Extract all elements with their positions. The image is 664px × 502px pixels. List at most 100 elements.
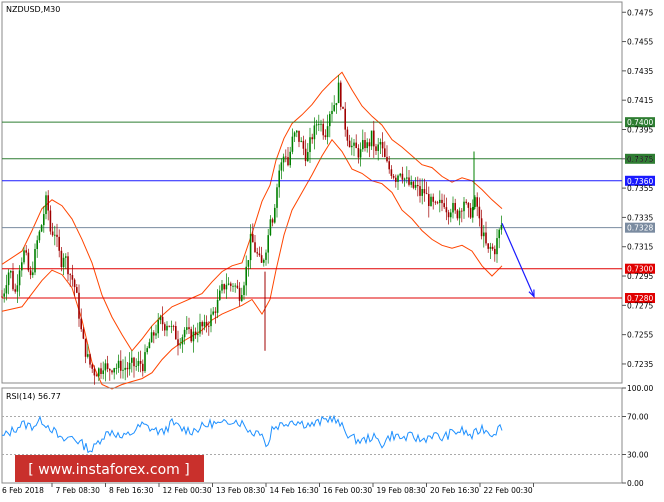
price-tick-label: 0.7335 xyxy=(627,213,653,222)
candle-body xyxy=(23,250,25,263)
candle-body xyxy=(406,177,408,179)
candle-body xyxy=(172,325,175,327)
candle-body xyxy=(40,225,43,232)
time-tick-label: 19 Feb 08:30 xyxy=(377,486,426,495)
candle-body xyxy=(344,108,346,130)
candle-body xyxy=(357,148,360,158)
candle-body xyxy=(73,279,76,288)
candle-body xyxy=(267,235,269,253)
candle-body xyxy=(439,199,441,203)
price-tick-label: 0.7475 xyxy=(627,8,653,17)
candle-body xyxy=(243,285,245,296)
candle-body xyxy=(276,187,278,208)
candle-body xyxy=(153,332,155,336)
price-tick-label: 0.7295 xyxy=(627,272,653,281)
candle-body xyxy=(434,201,437,203)
candle-body xyxy=(113,368,115,373)
candle-body xyxy=(423,189,426,194)
candle-body xyxy=(265,252,267,260)
candle-body xyxy=(199,322,201,334)
candle-body xyxy=(278,170,280,188)
chart-window: 0.7400 0.7375 0.7360 0.7328 0.7300 0.7280 0.7… xyxy=(0,0,664,498)
price-tick-label: 0.7275 xyxy=(627,301,653,310)
candle-body xyxy=(313,125,316,140)
price-tick-label: 0.7355 xyxy=(627,184,653,193)
candle-body xyxy=(120,360,122,371)
candle-body xyxy=(335,103,338,106)
candle-body xyxy=(362,140,364,150)
candle-body xyxy=(157,320,159,334)
candle-body xyxy=(236,285,239,288)
candle-body xyxy=(10,271,12,273)
watermark-text: [ www.instaforex.com ] xyxy=(28,462,189,478)
candle-body xyxy=(56,234,58,237)
candle-body xyxy=(472,206,474,218)
candle-body xyxy=(126,367,129,370)
candle-body xyxy=(364,140,366,149)
candle-body xyxy=(320,123,322,125)
time-tick-label: 7 Feb 08:30 xyxy=(56,486,101,495)
candle-body xyxy=(227,283,230,285)
candle-body xyxy=(456,210,459,219)
candle-body xyxy=(282,156,285,163)
candle-body xyxy=(194,331,197,336)
candle-body xyxy=(302,140,305,149)
candle-body xyxy=(296,130,298,133)
price-tick-label: 0.7235 xyxy=(627,360,653,369)
candle-body xyxy=(82,329,85,339)
time-tick-label: 13 Feb 08:30 xyxy=(216,486,265,495)
candle-body xyxy=(271,219,274,223)
candle-body xyxy=(148,342,151,349)
candle-body xyxy=(333,105,335,111)
candle-body xyxy=(465,201,467,203)
candle-body xyxy=(1,296,3,298)
candle-body xyxy=(263,259,265,263)
candle-body xyxy=(260,255,263,263)
candle-body xyxy=(436,202,439,204)
candle-body xyxy=(410,181,412,185)
candle-body xyxy=(197,333,199,336)
candle-body xyxy=(386,156,388,162)
candle-body xyxy=(447,212,450,218)
candle-body xyxy=(54,234,56,236)
price-tick-label: 0.7395 xyxy=(627,125,653,134)
candle-body xyxy=(49,210,52,232)
candle-body xyxy=(78,292,80,319)
candle-body xyxy=(353,142,355,146)
candle-body xyxy=(252,234,254,243)
candle-body xyxy=(249,234,252,261)
candle-body xyxy=(293,132,296,137)
candle-body xyxy=(414,184,417,188)
candle-body xyxy=(67,256,69,275)
candle-body xyxy=(419,186,421,196)
candle-body xyxy=(38,231,41,241)
candle-body xyxy=(208,325,210,327)
candle-body xyxy=(45,195,47,215)
price-tick-label: 0.7415 xyxy=(627,96,653,105)
candle-body xyxy=(139,360,142,364)
candle-body xyxy=(329,114,331,127)
candle-body xyxy=(269,219,272,236)
candle-body xyxy=(375,146,377,151)
candle-body xyxy=(368,142,371,147)
candle-body xyxy=(80,318,82,330)
candle-body xyxy=(399,173,401,176)
candle-body xyxy=(461,210,463,212)
rsi-tick-label: 30.00 xyxy=(627,451,649,460)
candle-body xyxy=(432,196,434,202)
candle-body xyxy=(280,162,283,171)
candle-body xyxy=(359,149,362,158)
time-tick-label: 20 Feb 16:30 xyxy=(430,486,479,495)
candle-body xyxy=(381,142,384,149)
candle-body xyxy=(65,256,67,258)
level-tag-label: 0.7328 xyxy=(627,224,653,233)
candle-body xyxy=(175,326,177,340)
candle-body xyxy=(489,246,492,249)
candle-body xyxy=(203,321,206,327)
candle-body xyxy=(188,327,190,330)
time-tick-label: 14 Feb 16:30 xyxy=(270,486,319,495)
candle-body xyxy=(144,352,146,372)
candle-body xyxy=(21,262,23,271)
candle-body xyxy=(238,287,241,301)
candle-body xyxy=(390,169,393,176)
